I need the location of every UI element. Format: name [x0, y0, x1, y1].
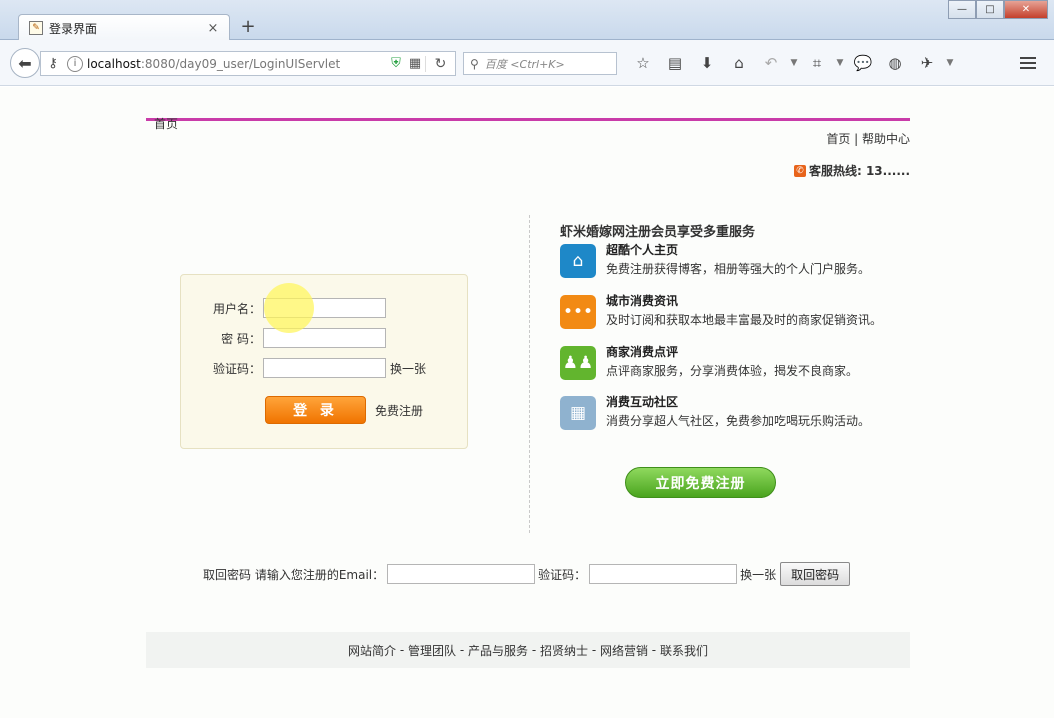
- window-controls: — □ ✕: [948, 0, 1048, 19]
- download-icon[interactable]: ⬇: [691, 52, 723, 74]
- hotline-text: 客服热线: 13......: [808, 164, 910, 178]
- footer-separator: -: [456, 643, 468, 657]
- chat-bubble-icon: •••: [560, 295, 596, 329]
- address-bar[interactable]: ⚷ i localhost:8080/day09_user/LoginUISer…: [40, 51, 456, 76]
- top-links[interactable]: 首页 | 帮助中心: [826, 130, 910, 147]
- footer-link[interactable]: 网站简介: [348, 642, 396, 659]
- maximize-button[interactable]: □: [976, 0, 1004, 19]
- building-icon: ▦: [560, 396, 596, 430]
- dropdown-arrow-icon[interactable]: ▼: [943, 52, 957, 74]
- footer-link[interactable]: 招贤纳士: [540, 642, 588, 659]
- username-row: 用户名：: [181, 297, 386, 319]
- house-icon: ⌂: [560, 244, 596, 278]
- feature-desc: 点评商家服务，分享消费体验，揭发不良商家。: [606, 364, 859, 378]
- feature-desc: 消费分享超人气社区，免费参加吃喝玩乐购活动。: [606, 414, 871, 428]
- key-icon[interactable]: ⚷: [41, 56, 65, 71]
- browser-titlebar: ✎ 登录界面 × + — □ ✕: [0, 0, 1054, 41]
- footer-separator: -: [588, 643, 600, 657]
- hotline: ✆ 客服热线: 13......: [793, 162, 910, 179]
- bookmark-star-icon[interactable]: ☆: [627, 52, 659, 74]
- undo-icon[interactable]: ↶: [755, 52, 787, 74]
- back-arrow-icon: ⬅: [18, 53, 32, 73]
- login-form: 用户名： 密 码： 验证码： 换一张 登 录 免费注册: [180, 274, 468, 449]
- people-icon: ♟♟: [560, 346, 596, 380]
- reading-list-icon[interactable]: ▤: [659, 52, 691, 74]
- footer-separator: -: [528, 643, 540, 657]
- minimize-button[interactable]: —: [948, 0, 976, 19]
- captcha-row: 验证码： 换一张: [181, 357, 426, 379]
- page-content: 首页 首页 | 帮助中心 ✆ 客服热线: 13...... 用户名： 密 码： …: [0, 87, 1054, 718]
- chat-icon[interactable]: 💬: [847, 52, 879, 74]
- footer-links: 网站简介 - 管理团队 - 产品与服务 - 招贤纳士 - 网络营销 - 联系我们: [146, 632, 910, 668]
- recover-prompt: 取回密码 请输入您注册的Email：: [203, 567, 385, 582]
- browser-tab[interactable]: ✎ 登录界面 ×: [18, 14, 230, 41]
- register-link[interactable]: 免费注册: [375, 402, 423, 419]
- shield-icon[interactable]: ⛨: [387, 56, 405, 71]
- feature-item: ♟♟ 商家消费点评点评商家服务，分享消费体验，揭发不良商家。: [560, 343, 920, 383]
- footer-link[interactable]: 管理团队: [408, 642, 456, 659]
- dropdown-arrow-icon[interactable]: ▼: [787, 52, 801, 74]
- feature-title: 消费互动社区: [606, 395, 679, 409]
- browser-toolbar: ☆ ▤ ⬇ ⌂ ↶ ▼ ⌗ ▼ 💬 ◍ ✈ ▼: [627, 52, 957, 74]
- password-input[interactable]: [263, 328, 386, 348]
- username-label: 用户名：: [212, 301, 261, 316]
- url-text[interactable]: localhost:8080/day09_user/LoginUIServlet: [87, 57, 387, 71]
- username-input[interactable]: [263, 298, 386, 318]
- tab-title: 登录界面: [49, 21, 98, 36]
- globe-icon[interactable]: ◍: [879, 52, 911, 74]
- search-placeholder: 百度 <Ctrl+K>: [484, 57, 565, 71]
- captcha-label: 验证码：: [212, 361, 261, 376]
- feature-item: ▦ 消费互动社区消费分享超人气社区，免费参加吃喝玩乐购活动。: [560, 393, 920, 433]
- recover-captcha-input[interactable]: [589, 564, 738, 584]
- password-row: 密 码：: [181, 327, 386, 349]
- home-icon[interactable]: ⌂: [723, 52, 755, 74]
- password-label: 密 码：: [221, 331, 261, 346]
- qr-code-icon[interactable]: ▦: [405, 56, 425, 71]
- info-icon[interactable]: i: [67, 55, 83, 72]
- reload-icon[interactable]: ↻: [425, 55, 455, 72]
- feature-title: 城市消费资讯: [606, 294, 679, 308]
- recover-password-button[interactable]: 取回密码: [780, 562, 851, 586]
- search-icon: ⚲: [470, 56, 479, 71]
- feature-desc: 免费注册获得博客，相册等强大的个人门户服务。: [606, 262, 871, 276]
- extension-icon[interactable]: ✈: [911, 52, 943, 74]
- crop-icon[interactable]: ⌗: [801, 52, 833, 74]
- promo-title: 虾米婚嫁网注册会员享受多重服务: [560, 225, 756, 240]
- recover-password-form: 取回密码 请输入您注册的Email： 验证码： 换一张 取回密码: [203, 562, 851, 586]
- recover-email-input[interactable]: [387, 564, 536, 584]
- recover-refresh-captcha-link[interactable]: 换一张: [740, 566, 776, 583]
- feature-desc: 及时订阅和获取本地最丰富最及时的商家促销资讯。: [606, 313, 883, 327]
- feature-title: 商家消费点评: [606, 345, 679, 359]
- refresh-captcha-link[interactable]: 换一张: [390, 360, 426, 377]
- close-window-button[interactable]: ✕: [1004, 0, 1048, 19]
- feature-title: 超酷个人主页: [606, 243, 679, 257]
- phone-icon: ✆: [793, 164, 806, 177]
- tab-close-icon[interactable]: ×: [205, 21, 221, 36]
- free-register-button[interactable]: 立即免费注册: [625, 467, 776, 498]
- login-button[interactable]: 登 录: [265, 396, 366, 424]
- footer-link[interactable]: 网络营销: [600, 642, 648, 659]
- url-host: localhost: [87, 56, 141, 71]
- search-input[interactable]: ⚲ 百度 <Ctrl+K>: [463, 52, 617, 75]
- footer-separator: -: [396, 643, 409, 657]
- footer-link[interactable]: 联系我们: [660, 642, 708, 659]
- new-tab-button[interactable]: +: [238, 17, 258, 37]
- feature-item: ••• 城市消费资讯及时订阅和获取本地最丰富最及时的商家促销资讯。: [560, 292, 920, 332]
- hamburger-menu-icon[interactable]: [1014, 51, 1042, 75]
- url-path: :8080/day09_user/LoginUIServlet: [140, 56, 341, 71]
- header-divider: [146, 118, 910, 121]
- dropdown-arrow-icon[interactable]: ▼: [833, 52, 847, 74]
- page-favicon-icon: ✎: [29, 21, 43, 35]
- vertical-divider: [529, 215, 530, 533]
- feature-item: ⌂ 超酷个人主页免费注册获得博客，相册等强大的个人门户服务。: [560, 241, 920, 281]
- captcha-input[interactable]: [263, 358, 386, 378]
- back-button[interactable]: ⬅: [10, 48, 40, 78]
- footer-link[interactable]: 产品与服务: [468, 642, 528, 659]
- footer-separator: -: [647, 643, 660, 657]
- recover-captcha-label: 验证码：: [538, 567, 587, 582]
- header-home-text: 首页: [154, 117, 179, 131]
